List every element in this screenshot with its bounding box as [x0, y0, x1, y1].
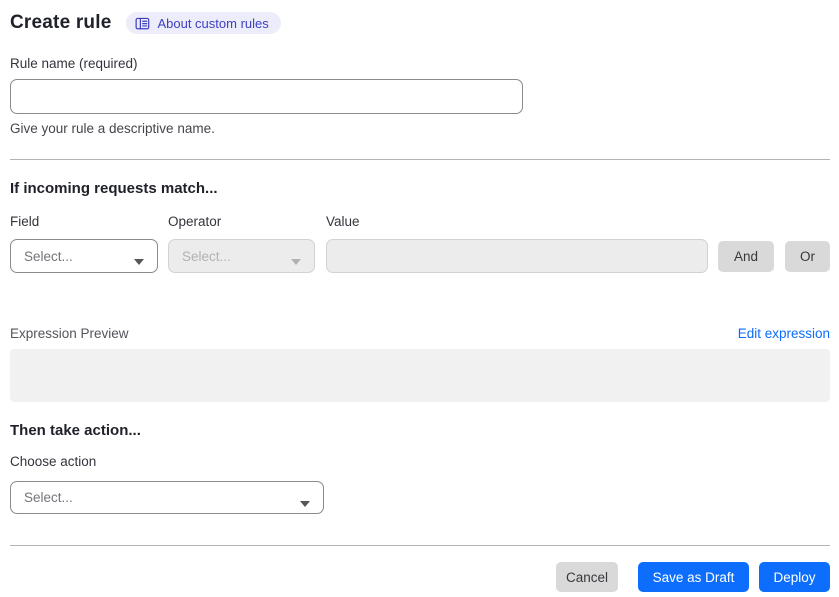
action-section-heading: Then take action...: [10, 422, 141, 439]
section-divider-top: [10, 159, 830, 160]
and-button[interactable]: And: [718, 240, 774, 272]
create-rule-page: Create rule About custom rules Rule name…: [0, 0, 839, 597]
operator-select: Select...: [168, 239, 315, 273]
deploy-button[interactable]: Deploy: [759, 562, 830, 592]
save-as-draft-button[interactable]: Save as Draft: [638, 562, 749, 592]
book-icon: [135, 16, 150, 31]
value-input: [326, 239, 708, 273]
chevron-down-icon: [300, 495, 310, 507]
rule-name-input[interactable]: [10, 79, 523, 114]
edit-expression-link[interactable]: Edit expression: [738, 326, 830, 341]
rule-name-label: Rule name (required): [10, 56, 138, 71]
match-section-heading: If incoming requests match...: [10, 180, 218, 197]
field-select-placeholder: Select...: [24, 248, 73, 264]
field-label: Field: [10, 214, 40, 229]
operator-select-placeholder: Select...: [182, 248, 231, 264]
cancel-button[interactable]: Cancel: [556, 562, 618, 592]
expression-preview-box: [10, 349, 830, 402]
footer-divider: [10, 545, 830, 546]
chevron-down-icon: [291, 253, 301, 265]
expression-preview-row: Expression Preview Edit expression: [10, 326, 830, 341]
chevron-down-icon: [134, 253, 144, 265]
value-label: Value: [326, 214, 360, 229]
or-button[interactable]: Or: [785, 240, 830, 272]
match-controls-row: Select... Select... And Or: [10, 239, 830, 273]
choose-action-label: Choose action: [10, 454, 97, 469]
choose-action-placeholder: Select...: [24, 490, 73, 505]
field-select[interactable]: Select...: [10, 239, 158, 273]
operator-label: Operator: [168, 214, 222, 229]
footer-actions: Cancel Save as Draft Deploy: [10, 562, 830, 592]
match-labels-row: Field Operator Value: [10, 214, 830, 229]
page-header: Create rule About custom rules: [10, 11, 830, 35]
about-badge-label: About custom rules: [157, 15, 269, 31]
expression-preview-label: Expression Preview: [10, 326, 129, 341]
choose-action-select[interactable]: Select...: [10, 481, 324, 514]
about-custom-rules-badge[interactable]: About custom rules: [126, 12, 281, 34]
page-title: Create rule: [10, 12, 112, 33]
rule-name-helper-text: Give your rule a descriptive name.: [10, 121, 215, 136]
